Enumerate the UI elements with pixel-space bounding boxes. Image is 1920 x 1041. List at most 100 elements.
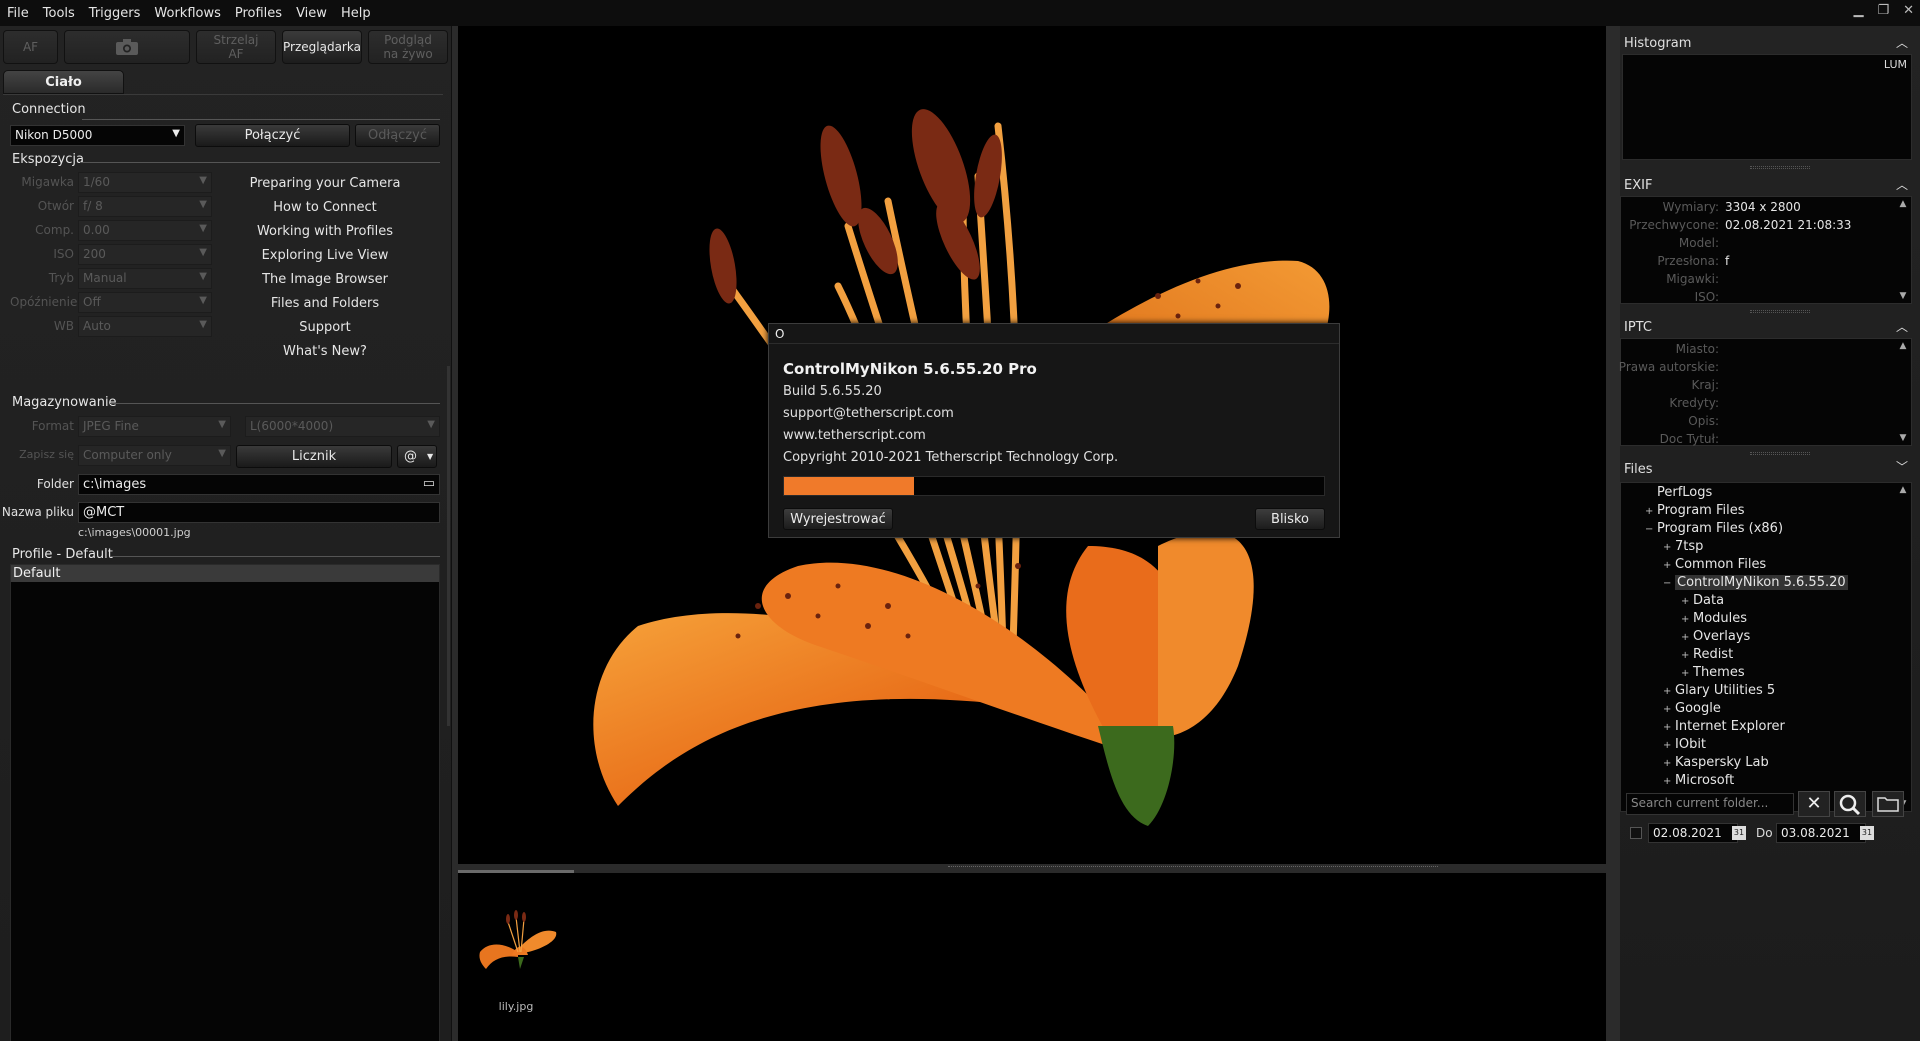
clear-search-icon[interactable]: ✕ bbox=[1798, 791, 1830, 817]
folder-search-input[interactable]: Search current folder... bbox=[1626, 793, 1794, 815]
capture-button[interactable] bbox=[64, 30, 190, 64]
disconnect-button[interactable]: Odłączyć bbox=[355, 124, 440, 147]
restore-icon[interactable]: ❐ bbox=[1877, 3, 1889, 18]
menu-tools[interactable]: Tools bbox=[36, 6, 82, 21]
folder-tree-item[interactable]: + Overlays bbox=[1681, 629, 1750, 647]
folder-tree-item[interactable]: + Google bbox=[1663, 701, 1721, 719]
left-panel-scrollbar[interactable] bbox=[447, 366, 450, 726]
thumbnail[interactable]: lily.jpg bbox=[468, 897, 564, 1013]
save-to-select[interactable]: Computer only ▼ bbox=[78, 445, 231, 466]
folder-tree-item[interactable]: − ControlMyNikon 5.6.55.20 bbox=[1663, 575, 1848, 593]
histogram-resize-grip[interactable] bbox=[1750, 166, 1810, 169]
folder-tree-item[interactable]: +7tsp bbox=[1663, 539, 1703, 557]
expand-icon[interactable]: + bbox=[1663, 758, 1675, 769]
close-button[interactable]: Blisko bbox=[1255, 508, 1325, 530]
collapse-icon[interactable]: − bbox=[1645, 524, 1657, 535]
connect-button[interactable]: Połączyć bbox=[195, 124, 350, 147]
exposure-select[interactable]: 200 ▼ bbox=[78, 244, 212, 265]
help-link[interactable]: Preparing your Camera bbox=[230, 176, 420, 191]
folder-tree-item[interactable]: + Themes bbox=[1681, 665, 1745, 683]
chevron-up-icon[interactable]: ︿ bbox=[1896, 176, 1908, 193]
menu-help[interactable]: Help bbox=[334, 6, 378, 21]
chevron-up-icon[interactable]: ︿ bbox=[1896, 34, 1908, 51]
expand-icon[interactable]: + bbox=[1663, 686, 1675, 697]
folder-tree-item[interactable]: + Program Files bbox=[1645, 503, 1745, 521]
help-link[interactable]: Files and Folders bbox=[230, 296, 420, 311]
website-link[interactable]: www.tetherscript.com bbox=[783, 428, 926, 443]
token-menu-button[interactable]: @ ▼ bbox=[397, 445, 437, 468]
search-icon[interactable] bbox=[1834, 791, 1866, 817]
folder-tree-item[interactable]: + Microsoft bbox=[1663, 773, 1734, 791]
folder-tree-item[interactable]: + Internet Explorer bbox=[1663, 719, 1785, 737]
expand-icon[interactable]: + bbox=[1645, 506, 1657, 517]
date-filter-checkbox[interactable] bbox=[1630, 827, 1642, 839]
expand-icon[interactable]: + bbox=[1663, 722, 1675, 733]
help-link[interactable]: How to Connect bbox=[230, 200, 420, 215]
folder-tree-item[interactable]: − Program Files (x86) bbox=[1645, 521, 1783, 539]
expand-icon[interactable]: + bbox=[1681, 596, 1693, 607]
folder-tree-item[interactable]: + Data bbox=[1681, 593, 1724, 611]
folder-tree-item[interactable]: + Redist bbox=[1681, 647, 1733, 665]
exif-resize-grip[interactable] bbox=[1750, 310, 1810, 313]
exposure-select[interactable]: Off ▼ bbox=[78, 292, 212, 313]
calendar-icon[interactable]: 31 bbox=[1860, 826, 1874, 840]
exposure-select[interactable]: Manual ▼ bbox=[78, 268, 212, 289]
chevron-up-icon[interactable]: ︿ bbox=[1896, 318, 1908, 335]
af-button[interactable]: AF bbox=[3, 30, 58, 64]
splitter-right[interactable] bbox=[1606, 26, 1620, 1041]
exposure-select[interactable]: Auto ▼ bbox=[78, 316, 212, 337]
expand-icon[interactable]: + bbox=[1681, 632, 1693, 643]
expand-icon[interactable]: + bbox=[1663, 560, 1675, 571]
histogram-mode[interactable]: LUM bbox=[1884, 58, 1907, 71]
expand-icon[interactable]: + bbox=[1663, 740, 1675, 751]
browse-folder-icon[interactable] bbox=[1872, 791, 1904, 817]
chevron-down-icon[interactable]: ﹀ bbox=[1896, 458, 1908, 475]
exposure-select[interactable]: 0.00 ▼ bbox=[78, 220, 212, 241]
help-link[interactable]: Exploring Live View bbox=[230, 248, 420, 263]
folder-tree-item[interactable]: + Kaspersky Lab bbox=[1663, 755, 1769, 773]
folder-field[interactable]: c:\images ▭ bbox=[78, 474, 440, 495]
expand-icon[interactable]: + bbox=[1681, 668, 1693, 679]
scroll-up-icon[interactable]: ▲ bbox=[1897, 485, 1909, 495]
expand-icon[interactable]: + bbox=[1681, 614, 1693, 625]
expand-icon[interactable]: + bbox=[1681, 650, 1693, 661]
exposure-select[interactable]: f/ 8 ▼ bbox=[78, 196, 212, 217]
collapse-icon[interactable]: − bbox=[1663, 578, 1675, 589]
expand-icon[interactable]: + bbox=[1663, 542, 1675, 553]
exposure-select[interactable]: 1/60 ▼ bbox=[78, 172, 212, 193]
register-button[interactable]: Wyrejestrować bbox=[783, 508, 893, 530]
minimize-icon[interactable]: ▁ bbox=[1853, 3, 1863, 18]
liveview-button[interactable]: Podgląd na żywo bbox=[368, 30, 448, 64]
image-viewer[interactable]: O ControlMyNikon 5.6.55.20 Pro Build 5.6… bbox=[458, 26, 1606, 864]
close-icon[interactable]: ✕ bbox=[1903, 3, 1914, 18]
profile-list[interactable]: Default bbox=[10, 564, 440, 1041]
iptc-resize-grip[interactable] bbox=[1750, 452, 1810, 455]
menu-workflows[interactable]: Workflows bbox=[147, 6, 227, 21]
tab-body[interactable]: Ciało bbox=[3, 70, 124, 94]
size-select[interactable]: L(6000*4000) ▼ bbox=[245, 416, 440, 437]
format-select[interactable]: JPEG Fine ▼ bbox=[78, 416, 231, 437]
folder-tree-item[interactable]: + Glary Utilities 5 bbox=[1663, 683, 1775, 701]
help-link[interactable]: What's New? bbox=[230, 344, 420, 359]
calendar-icon[interactable]: 31 bbox=[1732, 826, 1746, 840]
folder-tree-item[interactable]: + IObit bbox=[1663, 737, 1706, 755]
shoot-af-button[interactable]: Strzelaj AF bbox=[196, 30, 276, 64]
folder-tree-item[interactable]: + Modules bbox=[1681, 611, 1747, 629]
help-link[interactable]: The Image Browser bbox=[230, 272, 420, 287]
menu-profiles[interactable]: Profiles bbox=[228, 6, 289, 21]
folder-tree-item[interactable]: + Common Files bbox=[1663, 557, 1766, 575]
folder-tree-item[interactable]: PerfLogs bbox=[1645, 485, 1712, 503]
profile-item[interactable]: Default bbox=[11, 565, 439, 582]
folder-icon[interactable]: ▭ bbox=[423, 476, 435, 491]
help-link[interactable]: Working with Profiles bbox=[230, 224, 420, 239]
date-to-field[interactable]: 03.08.2021 bbox=[1776, 823, 1866, 843]
menu-view[interactable]: View bbox=[289, 6, 334, 21]
menu-file[interactable]: File bbox=[0, 6, 36, 21]
help-link[interactable]: Support bbox=[230, 320, 420, 335]
counter-button[interactable]: Licznik bbox=[236, 445, 392, 468]
browser-button[interactable]: Przeglądarka bbox=[282, 30, 362, 64]
menu-triggers[interactable]: Triggers bbox=[82, 6, 148, 21]
folder-tree[interactable]: ▲ ▼ PerfLogs+Program Files−Program Files… bbox=[1620, 482, 1912, 812]
expand-icon[interactable]: + bbox=[1663, 776, 1675, 787]
expand-icon[interactable]: + bbox=[1663, 704, 1675, 715]
